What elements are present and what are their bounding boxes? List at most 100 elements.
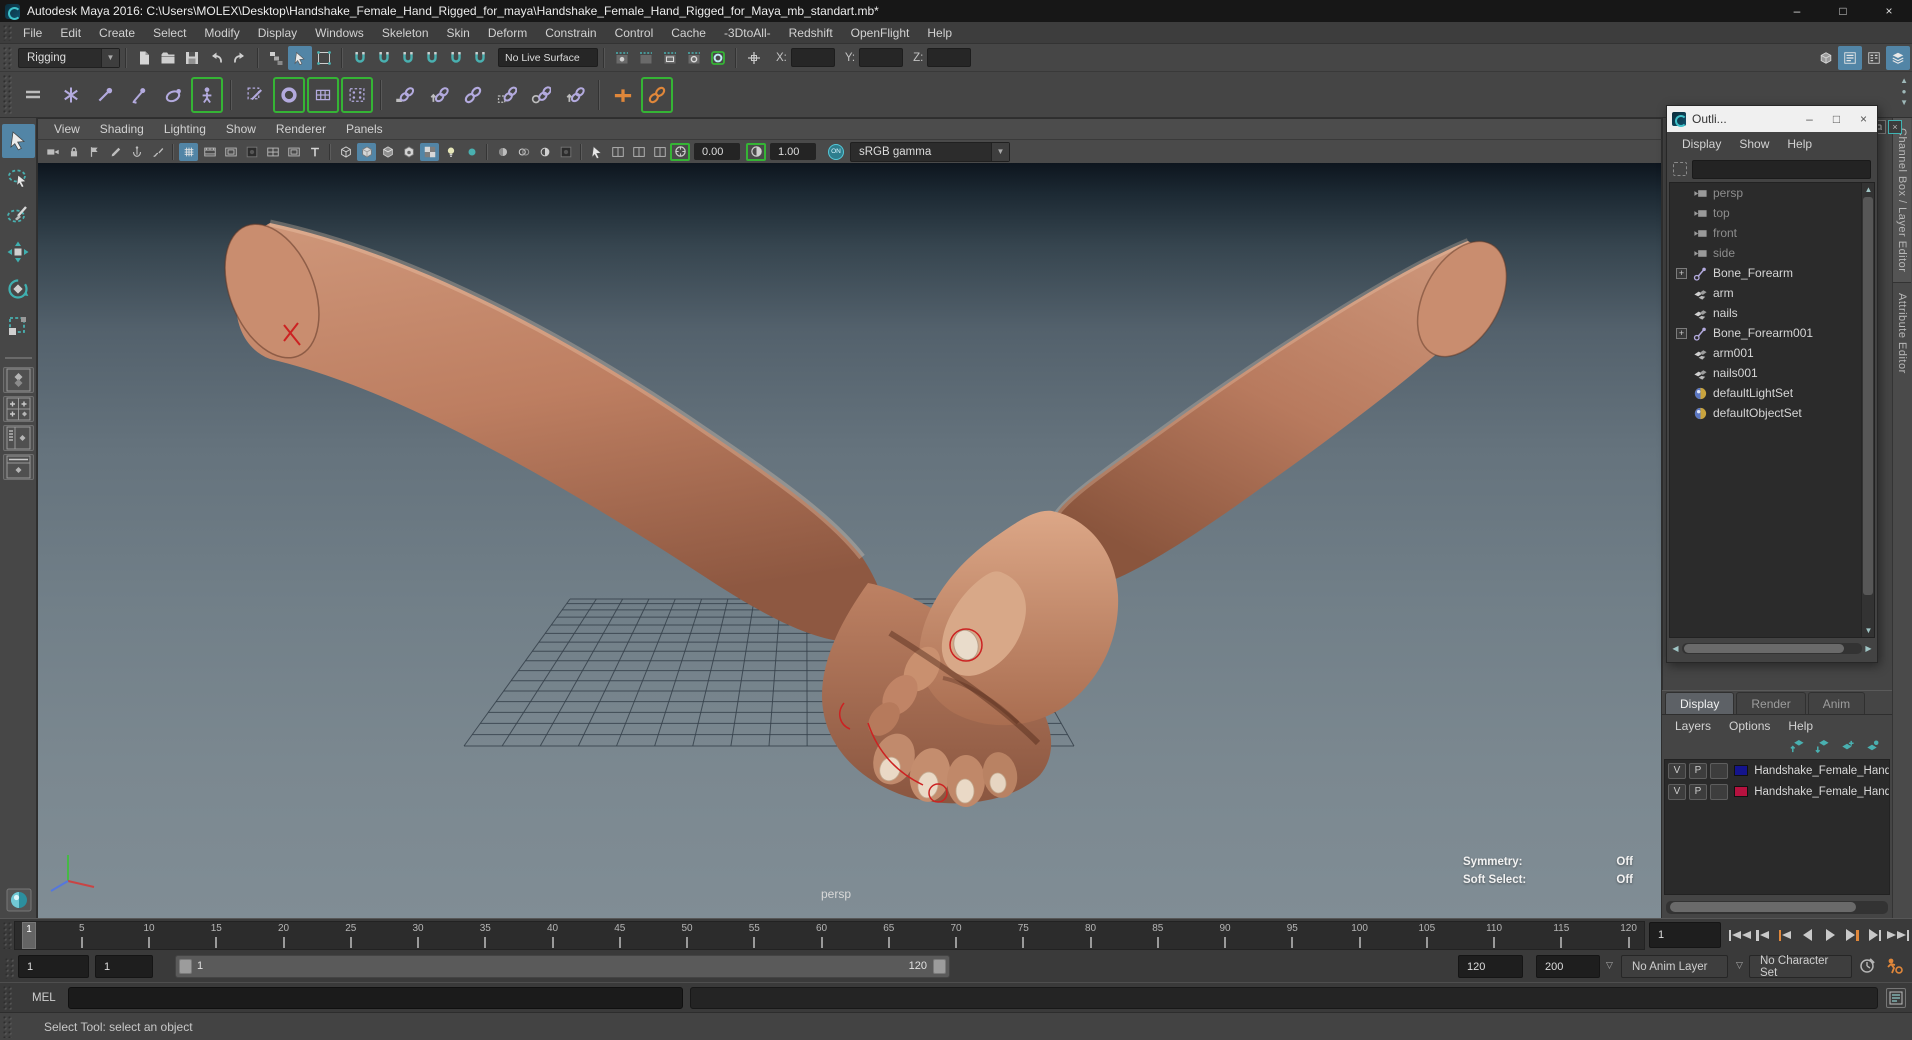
layer-name[interactable]: Handshake_Female_Hand_	[1754, 786, 1889, 798]
flexor-icon[interactable]	[307, 76, 339, 113]
animation-start-field[interactable]: 1	[18, 955, 89, 978]
snap-to-grid-icon[interactable]	[348, 46, 372, 70]
outliner-menu-display[interactable]: Display	[1673, 137, 1730, 151]
new-scene-icon[interactable]	[132, 46, 156, 70]
orient-constraint-icon[interactable]	[457, 77, 489, 113]
layer-row-0[interactable]: V P Handshake_Female_Hand_	[1665, 760, 1889, 781]
go-to-start-button[interactable]	[1729, 921, 1751, 949]
paint-skin-weights-icon[interactable]	[341, 76, 373, 113]
panel-menu-shading[interactable]: Shading	[90, 122, 154, 136]
menu-deform[interactable]: Deform	[479, 26, 536, 40]
live-surface-field[interactable]: No Live Surface	[498, 48, 598, 67]
save-scene-icon[interactable]	[180, 46, 204, 70]
animation-end-field[interactable]: 200	[1536, 955, 1600, 978]
render-current-frame-icon[interactable]	[634, 46, 658, 70]
insert-joint-tool-icon[interactable]	[123, 77, 155, 113]
pane-layout-2-icon[interactable]	[629, 143, 648, 161]
layer-tab-render[interactable]: Render	[1736, 692, 1806, 714]
outliner-item-nails001[interactable]: nails001	[1670, 363, 1874, 383]
film-gate-icon[interactable]	[200, 143, 219, 161]
panel-menu-view[interactable]: View	[44, 122, 90, 136]
layer-horizontal-scrollbar[interactable]	[1666, 901, 1888, 914]
step-forward-frame-button[interactable]	[1864, 921, 1886, 949]
outliner-item-arm[interactable]: arm	[1670, 283, 1874, 303]
pane-layout-3-icon[interactable]	[650, 143, 669, 161]
layout-button-outliner-persp-layout[interactable]	[2, 425, 34, 451]
layer-display-mode-cell[interactable]	[1710, 762, 1728, 779]
panel-menu-renderer[interactable]: Renderer	[266, 122, 336, 136]
scrollbar-thumb[interactable]	[1684, 644, 1844, 653]
undo-icon[interactable]	[204, 46, 228, 70]
menu-windows[interactable]: Windows	[306, 26, 373, 40]
menu-file[interactable]: File	[14, 26, 51, 40]
smooth-bind-icon[interactable]	[273, 76, 305, 113]
snap-to-projected-center-icon[interactable]	[420, 46, 444, 70]
current-time-indicator[interactable]: 1	[22, 922, 36, 949]
outliner-horizontal-scrollbar[interactable]: ◀ ▶	[1669, 641, 1875, 656]
outliner-item-defaultLightSet[interactable]: defaultLightSet	[1670, 383, 1874, 403]
use-all-lights-icon[interactable]	[420, 142, 439, 161]
shelf-grip-handle[interactable]	[2, 74, 12, 115]
resolution-gate-icon[interactable]	[221, 143, 240, 161]
current-frame-field[interactable]: 1	[1649, 922, 1721, 948]
color-management-on-icon[interactable]: ON	[828, 143, 844, 160]
select-by-component-icon[interactable]	[312, 46, 336, 70]
menu-edit[interactable]: Edit	[51, 26, 90, 40]
channel-box-toggle-icon[interactable]	[1886, 45, 1910, 70]
step-back-key-button[interactable]	[1774, 921, 1796, 949]
layer-menu-layers[interactable]: Layers	[1666, 719, 1720, 733]
humanik-toggle-icon[interactable]	[1838, 45, 1862, 70]
screen-space-ao-icon[interactable]	[462, 143, 481, 161]
layer-color-swatch[interactable]	[1734, 786, 1749, 797]
shelf-tab-menu-icon[interactable]	[20, 80, 46, 110]
lasso-select-tool[interactable]	[2, 161, 35, 195]
shelf-scroll-arrows[interactable]: ▲ ● ▼	[1900, 76, 1908, 107]
outliner-item-Bone_Forearm[interactable]: + Bone_Forearm	[1670, 263, 1874, 283]
move-layer-up-icon[interactable]	[1789, 739, 1805, 757]
anim-layer-selector[interactable]: No Anim Layer	[1621, 955, 1728, 978]
grid-toggle-icon[interactable]	[179, 142, 198, 161]
menu-create[interactable]: Create	[90, 26, 144, 40]
attribute-editor-toggle-icon[interactable]	[1862, 46, 1886, 70]
outliner-item-defaultObjectSet[interactable]: defaultObjectSet	[1670, 403, 1874, 423]
safe-title-icon[interactable]	[305, 143, 324, 161]
auto-keyframe-icon[interactable]	[1858, 956, 1877, 978]
status-grip-handle[interactable]	[2, 46, 12, 69]
move-tool[interactable]	[2, 235, 35, 269]
panel-menu-show[interactable]: Show	[216, 122, 266, 136]
gamma-icon[interactable]	[746, 142, 766, 161]
scroll-up-icon[interactable]: ▲	[1900, 76, 1908, 85]
maximize-button[interactable]: □	[1820, 0, 1866, 22]
viewport-select-icon[interactable]	[587, 143, 606, 161]
gate-mask-icon[interactable]	[242, 143, 261, 161]
close-panel-icon[interactable]: ×	[1888, 120, 1902, 134]
menu-skeleton[interactable]: Skeleton	[373, 26, 438, 40]
hik-chain-icon[interactable]	[641, 76, 673, 113]
lock-camera-icon[interactable]	[64, 143, 83, 161]
outliner-item-arm001[interactable]: arm001	[1670, 343, 1874, 363]
image-plane-icon[interactable]	[127, 143, 146, 161]
outliner-item-top[interactable]: top	[1670, 203, 1874, 223]
script-editor-icon[interactable]	[1886, 988, 1906, 1008]
gamma-value[interactable]: 1.00	[770, 143, 816, 160]
layer-row-1[interactable]: V P Handshake_Female_Hand_	[1665, 781, 1889, 802]
smooth-shade-mode-icon[interactable]	[357, 142, 376, 161]
x-coordinate-field[interactable]	[790, 48, 835, 67]
z-coordinate-field[interactable]	[927, 48, 972, 67]
menu-cache[interactable]: Cache	[662, 26, 715, 40]
menu-select[interactable]: Select	[144, 26, 195, 40]
expand-icon[interactable]: +	[1676, 327, 1687, 339]
menu-set-selector[interactable]: Rigging ▼	[18, 47, 120, 68]
layer-visibility-toggle[interactable]: V	[1668, 762, 1686, 779]
layout-button-split-pane-layout[interactable]	[2, 454, 34, 480]
outliner-title-bar[interactable]: Outli... – □ ×	[1667, 106, 1877, 132]
menu-redshift[interactable]: Redshift	[780, 26, 842, 40]
clasped-hands-mesh[interactable]	[821, 510, 1119, 807]
step-forward-key-button[interactable]	[1842, 921, 1864, 949]
outliner-search-input[interactable]	[1692, 159, 1871, 179]
scrollbar-thumb[interactable]	[1670, 902, 1856, 912]
redo-icon[interactable]	[228, 46, 252, 70]
joint-tool-icon[interactable]	[55, 77, 87, 113]
minimize-button[interactable]: –	[1774, 0, 1820, 22]
pane-layout-1-icon[interactable]	[608, 143, 627, 161]
